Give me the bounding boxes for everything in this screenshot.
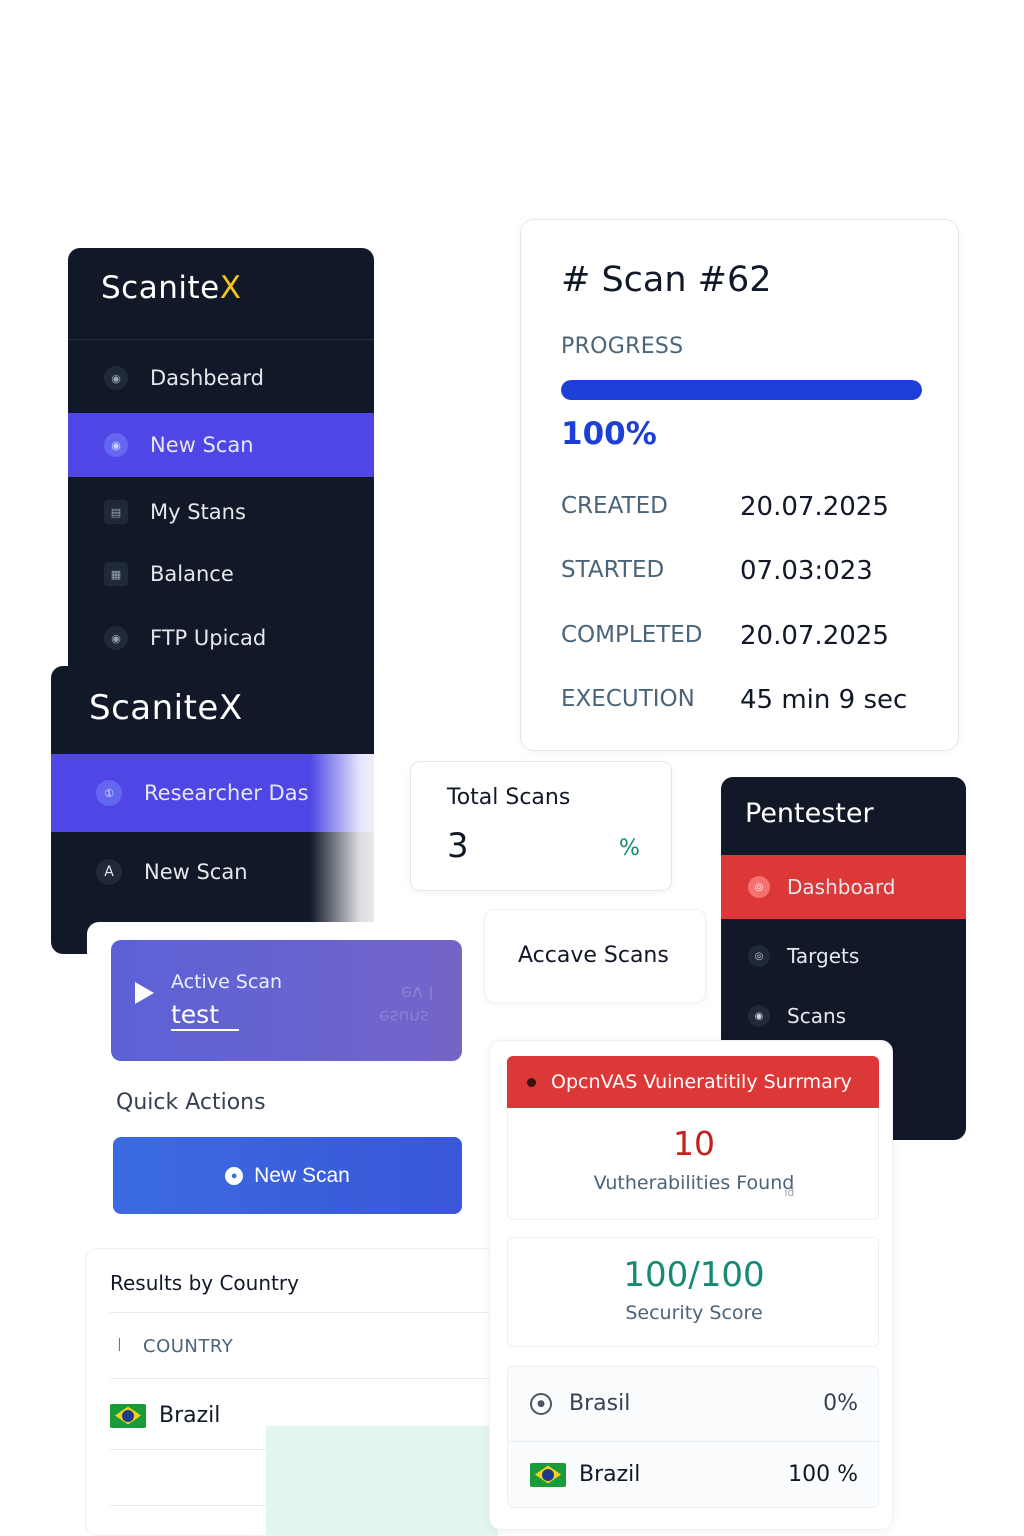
completed-label: COMPLETED [561, 622, 703, 648]
security-score-box: 100/100 Security Score [507, 1237, 879, 1347]
scan-detail-card: # Scan #62 PROGRESS 100% CREATED 20.07.2… [520, 219, 959, 751]
brand-logo: ScaniteX [101, 270, 241, 306]
location-pin-icon: ❘ [114, 1337, 125, 1352]
researcher-icon: ① [96, 780, 122, 806]
started-label: STARTED [561, 557, 665, 583]
pentester-item-label: Targets [787, 944, 860, 968]
chart-area [266, 1426, 498, 1536]
pentester-item-label: Scans [787, 1004, 847, 1028]
vulnerabilities-label-text: Vutherabilities Found [593, 1172, 795, 1194]
sidebar-item-dashboard[interactable]: ◉ Dashbeard [68, 350, 374, 406]
brand-name: Scanite [101, 270, 220, 306]
sidebar-item-new-scan[interactable]: ◉ New Scan [68, 413, 374, 477]
list-item[interactable]: Brazil 100 % [530, 1462, 858, 1487]
pentester-item-dashboard[interactable]: ◎ Dashboard [721, 855, 966, 919]
total-scans-value: 3 [447, 826, 469, 866]
pentester-item-targets[interactable]: ◎ Targets [721, 929, 966, 983]
alert-dot-icon [527, 1077, 536, 1087]
targets-icon: ◎ [748, 945, 770, 967]
sidebar-item-my-scans[interactable]: ▤ My Stans [68, 484, 374, 540]
pentester-item-scans[interactable]: ◉ Scans [721, 989, 966, 1043]
progress-bar [561, 380, 922, 400]
country-name: Brasil [569, 1391, 631, 1416]
quick-actions-title: Quick Actions [116, 1090, 266, 1115]
new-scan-icon: ◉ [104, 433, 128, 457]
country-column-header: COUNTRY [143, 1336, 234, 1357]
sidebar-item-label: New Scan [144, 860, 248, 884]
country-name: Brazil [579, 1462, 641, 1487]
globe-icon: ● [530, 1392, 552, 1415]
list-item[interactable]: ● Brasil 0% [530, 1391, 858, 1416]
brand-name: ScaniteX [89, 688, 243, 728]
security-score-label: Security Score [625, 1302, 763, 1324]
active-scan-card[interactable]: Active Scan test ev l esuns [111, 940, 462, 1061]
results-title: Results by Country [110, 1271, 299, 1295]
vulnerabilities-label-suffix: ıd [784, 1186, 795, 1199]
progress-percent: 100% [561, 416, 657, 452]
ftp-upload-icon: ◉ [104, 626, 128, 650]
country-percent: 100 % [788, 1462, 858, 1487]
ghost-text: esuns [379, 1006, 429, 1026]
divider [508, 1441, 880, 1442]
execution-value: 45 min 9 sec [740, 685, 908, 715]
sidebar-item-label: New Scan [150, 433, 254, 457]
sidebar-item-label: FTP Upicad [150, 626, 267, 650]
sidebar-item-label: My Stans [150, 500, 246, 524]
sidebar-item-label: Dashbeard [150, 366, 265, 390]
started-value: 07.03:023 [740, 556, 873, 586]
total-scans-card: Total Scans 3 % [410, 761, 672, 891]
divider [110, 1378, 490, 1379]
brand-x: X [219, 270, 242, 306]
country-name: Brazil [159, 1403, 221, 1428]
vulnerabilities-count: 10 [673, 1124, 715, 1163]
brazil-flag-icon [110, 1403, 146, 1428]
execution-label: EXECUTION [561, 686, 695, 712]
my-scans-icon: ▤ [104, 500, 128, 524]
balance-icon: ▦ [104, 562, 128, 586]
table-row[interactable]: Brazil [110, 1403, 220, 1428]
sidebar-divider [68, 339, 374, 340]
created-label: CREATED [561, 493, 668, 519]
country-percent: 0% [823, 1391, 858, 1416]
brazil-flag-icon [530, 1462, 566, 1487]
ghost-text: ev l [401, 982, 434, 1003]
active-scan-name: test [171, 1000, 240, 1031]
active-scan-label: Active Scan [171, 971, 283, 993]
progress-label: PROGRESS [561, 334, 684, 359]
vulnerabilities-box: 10 Vutherabilities Foundıd [507, 1108, 879, 1220]
new-scan-icon: A [96, 859, 122, 885]
dashboard-icon: ◉ [104, 366, 128, 390]
completed-value: 20.07.2025 [740, 621, 889, 651]
accave-scans-label: Accave Scans [518, 943, 669, 968]
sidebar-item-label: Balance [150, 562, 234, 586]
openvas-header: OpcnVAS Vuineratitily Surrmary [507, 1056, 879, 1108]
dashboard-icon: ◎ [748, 876, 770, 898]
sidebar-item-ftp-upload[interactable]: ◉ FTP Upicad [68, 610, 374, 666]
pentester-title: Pentester [745, 798, 874, 829]
total-scans-unit: % [619, 836, 640, 861]
pentester-item-label: Dashboard [787, 875, 896, 899]
progress-fill [561, 380, 922, 400]
new-scan-button-label: New Scan [254, 1163, 350, 1187]
security-score-value: 100/100 [623, 1255, 765, 1295]
created-value: 20.07.2025 [740, 492, 889, 522]
total-scans-label: Total Scans [447, 785, 571, 810]
scan-title: # Scan #62 [561, 260, 772, 300]
sidebar-item-label: Researcher Das [144, 781, 309, 805]
vulnerabilities-label: Vutherabilities Foundıd [508, 1172, 880, 1199]
sidebar-item-balance[interactable]: ▦ Balance [68, 546, 374, 602]
country-breakdown-box: ● Brasil 0% Brazil 100 % [507, 1366, 880, 1508]
divider [110, 1312, 490, 1313]
accave-scans-card: Accave Scans [484, 909, 706, 1003]
plus-icon: ● [225, 1166, 244, 1185]
openvas-title: OpcnVAS Vuineratitily Surrmary [551, 1071, 852, 1093]
fade-overlay [310, 754, 400, 924]
scans-icon: ◉ [748, 1005, 770, 1027]
play-icon [135, 982, 154, 1004]
new-scan-button[interactable]: ● New Scan [113, 1137, 462, 1214]
